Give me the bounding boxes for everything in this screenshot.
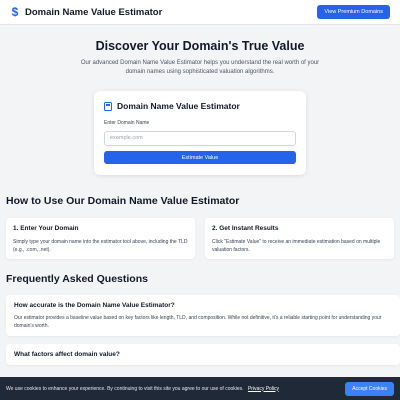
faq-question: What factors affect domain value? [14,351,120,359]
domain-input-label: Enter Domain Name [104,120,150,127]
estimator-header: Domain Name Value Estimator [104,101,296,111]
faq-question: How accurate is the Domain Name Value Es… [14,302,175,310]
faq-title: Frequently Asked Questions [6,273,148,286]
faq-item[interactable]: What factors affect domain value? [6,344,400,366]
estimator-card: Domain Name Value Estimator Enter Domain… [94,91,306,176]
step-title: 2. Get Instant Results [212,225,279,233]
step-text: Click "Estimate Value" to receive an imm… [212,239,381,253]
domain-name-input[interactable] [104,130,296,146]
calculator-icon [104,101,112,111]
faq-item[interactable]: How accurate is the Domain Name Value Es… [6,295,400,337]
hero-subtitle: Our advanced Domain Name Value Estimator… [80,60,320,75]
cookie-message: We use cookies to enhance your experienc… [6,386,279,392]
site-header: $ Domain Name Value Estimator View Premi… [0,0,400,25]
step-card: 2. Get Instant Results Click "Estimate V… [205,218,394,260]
estimator-title: Domain Name Value Estimator [117,101,240,112]
howto-title: How to Use Our Domain Name Value Estimat… [6,195,240,208]
estimate-value-button[interactable]: Estimate Value [104,151,296,165]
dollar-icon: $ [11,5,19,19]
privacy-policy-link[interactable]: Privacy Policy [248,386,279,392]
brand[interactable]: $ Domain Name Value Estimator [10,5,163,19]
faq-answer: Our estimator provides a baseline value … [14,315,382,329]
step-title: 1. Enter Your Domain [13,225,79,233]
view-premium-domains-button[interactable]: View Premium Domains [317,5,390,19]
step-card: 1. Enter Your Domain Simply type your do… [6,218,195,260]
accept-cookies-button[interactable]: Accept Cookies [345,381,394,396]
hero-section: Discover Your Domain's True Value Our ad… [0,25,400,76]
step-text: Simply type your domain name into the es… [13,239,188,253]
cookie-banner: We use cookies to enhance your experienc… [0,377,400,400]
cookie-message-text: We use cookies to enhance your experienc… [6,385,244,392]
hero-title: Discover Your Domain's True Value [95,39,305,53]
howto-steps: 1. Enter Your Domain Simply type your do… [0,218,400,260]
site-title: Domain Name Value Estimator [25,6,163,18]
